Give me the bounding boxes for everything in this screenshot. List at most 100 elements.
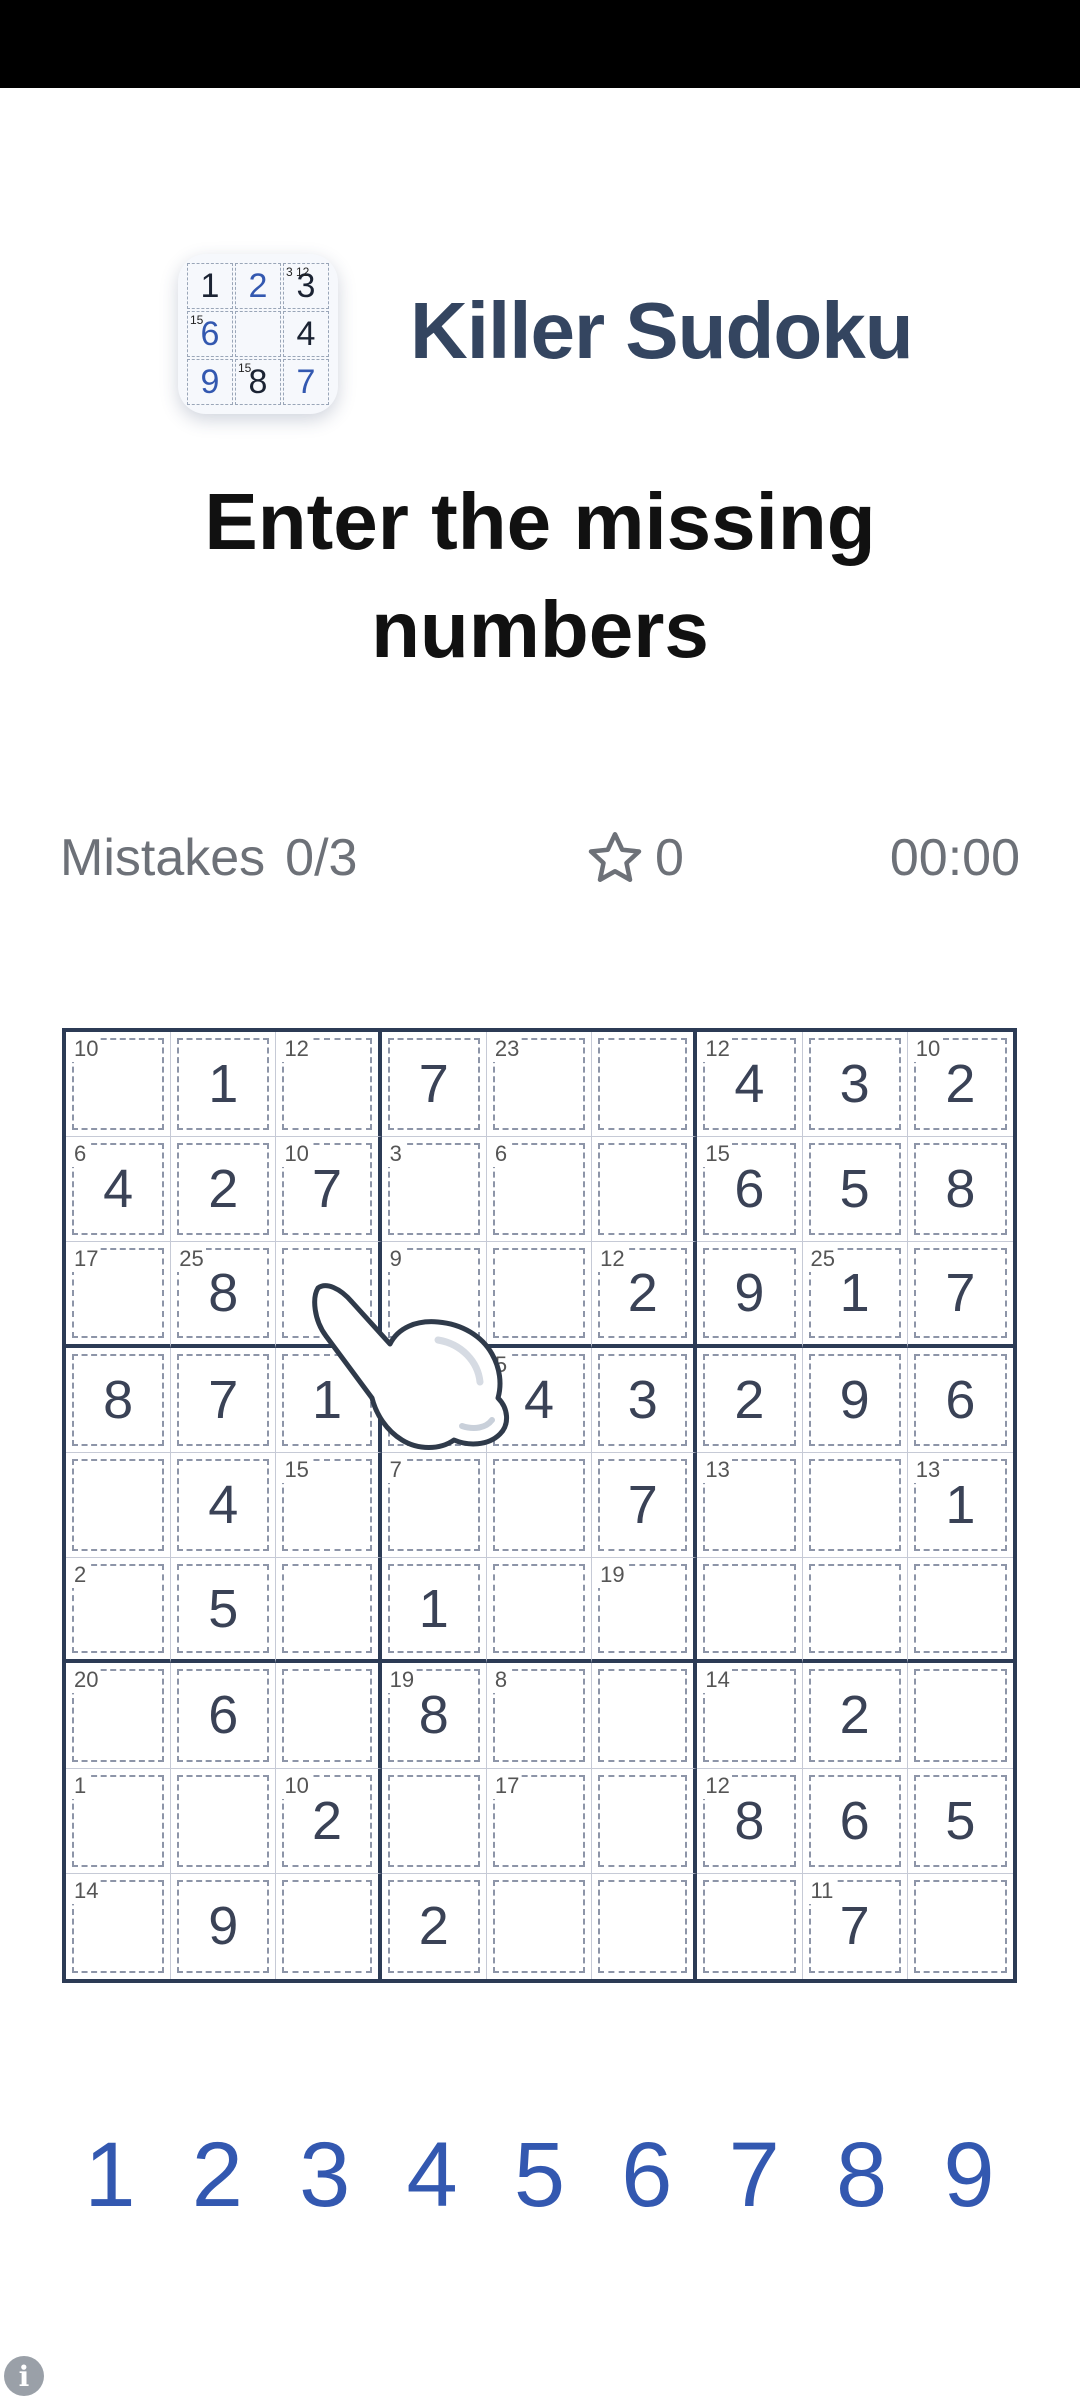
board-cell[interactable]: 19 <box>592 1558 698 1664</box>
cage-sum-label: 10 <box>72 1036 101 1062</box>
logo-digit: 2 <box>248 266 268 305</box>
board-cell[interactable] <box>802 1558 908 1664</box>
board-cell[interactable]: 4 <box>171 1452 277 1559</box>
board-cell[interactable]: 12 4 <box>697 1032 803 1138</box>
board-cell[interactable]: 64 <box>66 1137 172 1243</box>
cage-sum-label: 6 <box>492 1141 510 1168</box>
board-cell[interactable] <box>276 1663 382 1769</box>
board-cell[interactable]: 6 <box>486 1137 593 1243</box>
app-logo-icon: 123 12 3 15 6 4 9 15 8 7 <box>178 254 338 414</box>
board-cell[interactable] <box>907 1558 1013 1664</box>
board-cell[interactable]: 17 <box>66 1242 172 1348</box>
numpad-key-7[interactable]: 7 <box>706 2125 802 2225</box>
board-cell[interactable]: 12 <box>276 1032 382 1138</box>
board-cell[interactable] <box>697 1558 803 1664</box>
board-cell[interactable]: 17 <box>486 1768 593 1874</box>
board-cell[interactable] <box>592 1663 698 1769</box>
board-cell[interactable]: 9 <box>802 1347 908 1453</box>
numpad-key-4[interactable]: 4 <box>384 2125 480 2225</box>
board-cell[interactable]: 1 <box>171 1032 277 1138</box>
numpad-key-1[interactable]: 1 <box>62 2125 158 2225</box>
game-timer: 00:00 <box>889 829 1020 887</box>
board-cell[interactable] <box>697 1873 803 1979</box>
board-cell[interactable] <box>487 1873 593 1979</box>
numpad-key-8[interactable]: 8 <box>814 2125 910 2225</box>
board-cell[interactable] <box>276 1558 382 1664</box>
cage-sum-label: 9 <box>387 1246 404 1273</box>
board-cell[interactable] <box>592 1873 698 1979</box>
board-cell[interactable]: 2 <box>697 1347 803 1453</box>
cage-sum-label: 13 <box>703 1456 732 1483</box>
board-cell[interactable]: 8 <box>486 1663 593 1769</box>
cell-digit: 4 <box>734 1054 765 1115</box>
board-cell[interactable]: 1 <box>66 1768 172 1874</box>
board-cell[interactable]: 1 <box>381 1558 487 1664</box>
board-cell[interactable] <box>381 1768 487 1874</box>
board-cell[interactable]: 9 <box>697 1242 803 1348</box>
board-cell[interactable]: 12 2 <box>592 1242 698 1348</box>
cell-digit: 2 <box>312 1790 343 1851</box>
board-cell[interactable] <box>907 1663 1013 1769</box>
board-cell[interactable]: 3 <box>381 1137 487 1243</box>
mistakes-counter: Mistakes 0/3 <box>60 828 357 888</box>
board-cell[interactable]: 19 8 <box>381 1663 487 1769</box>
board-cell[interactable]: 2 <box>802 1663 908 1769</box>
board-cell[interactable]: 3 <box>592 1347 698 1453</box>
board-cell[interactable]: 2 <box>171 1137 277 1243</box>
board-cell[interactable]: 6 <box>802 1768 908 1874</box>
board-cell[interactable] <box>592 1768 698 1874</box>
numpad-key-6[interactable]: 6 <box>599 2125 695 2225</box>
headline-line-1: Enter the missing <box>204 477 876 566</box>
board-cell[interactable]: 10 7 <box>276 1137 382 1243</box>
cage-sum-label: 15 <box>282 1456 311 1483</box>
board-cell[interactable]: 7 <box>381 1032 487 1138</box>
board-cell[interactable]: 7 <box>592 1452 698 1559</box>
board-cell[interactable]: 10 2 <box>276 1768 382 1874</box>
board-cell[interactable]: 25 1 <box>802 1242 908 1348</box>
board-cell[interactable]: 20 <box>66 1663 172 1769</box>
board-cell[interactable]: 3 <box>802 1032 908 1138</box>
board-cell[interactable]: 6 <box>907 1348 1013 1453</box>
board-cell[interactable] <box>276 1873 382 1979</box>
tutorial-headline: Enter the missing numbers <box>0 468 1080 684</box>
board-cell[interactable]: 7 <box>171 1347 277 1453</box>
sudoku-board: 10 1 12 7 23 12 4 3 10 2 6 4 2 10 7 3 6 15 6 5 8 17 25 8 9 12 2 9 25… <box>62 1028 1017 1983</box>
board-cell[interactable]: 14 <box>66 1873 172 1979</box>
board-cell[interactable]: 14 <box>697 1663 803 1769</box>
board-cell[interactable]: 13 1 <box>907 1453 1013 1559</box>
logo-cell: 7 <box>283 359 329 405</box>
board-cell[interactable] <box>802 1452 908 1559</box>
board-cell[interactable] <box>66 1452 172 1559</box>
board-cell[interactable] <box>486 1558 593 1664</box>
board-cell[interactable]: 13 <box>697 1452 803 1559</box>
board-cell[interactable]: 11 7 <box>803 1873 908 1979</box>
board-cell[interactable]: 7 <box>907 1242 1013 1348</box>
numpad-key-3[interactable]: 3 <box>277 2125 373 2225</box>
cage-sum-label: 10 <box>913 1036 943 1062</box>
board-cell[interactable]: 6 <box>171 1663 277 1769</box>
board-cell[interactable] <box>171 1768 277 1874</box>
board-cell[interactable]: 5 <box>907 1769 1013 1874</box>
board-cell[interactable]: 9 <box>171 1873 277 1979</box>
board-cell[interactable]: 12 8 <box>697 1768 803 1874</box>
board-cell[interactable]: 8 <box>66 1347 172 1453</box>
cage-sum-label: 14 <box>703 1667 732 1694</box>
numpad-key-2[interactable]: 2 <box>169 2125 265 2225</box>
board-cell[interactable]: 10 2 <box>907 1032 1013 1138</box>
board-cell[interactable] <box>592 1032 698 1138</box>
board-cell[interactable]: 8 <box>907 1137 1013 1243</box>
board-cell[interactable] <box>908 1874 1013 1979</box>
numpad-key-5[interactable]: 5 <box>492 2125 588 2225</box>
board-cell[interactable]: 15 6 <box>697 1137 803 1243</box>
cell-digit: 6 <box>945 1369 976 1430</box>
board-cell[interactable] <box>592 1137 698 1243</box>
board-cell[interactable]: 2 <box>382 1873 487 1979</box>
board-cell[interactable]: 5 <box>171 1558 277 1664</box>
numpad-key-9[interactable]: 9 <box>921 2125 1017 2225</box>
board-cell[interactable]: 23 <box>486 1032 593 1138</box>
board-cell[interactable]: 10 <box>66 1032 172 1138</box>
info-icon[interactable]: i <box>4 2356 44 2396</box>
board-cell[interactable]: 5 <box>802 1137 908 1243</box>
board-cell[interactable]: 25 8 <box>171 1242 277 1348</box>
board-cell[interactable]: 2 <box>66 1558 172 1664</box>
